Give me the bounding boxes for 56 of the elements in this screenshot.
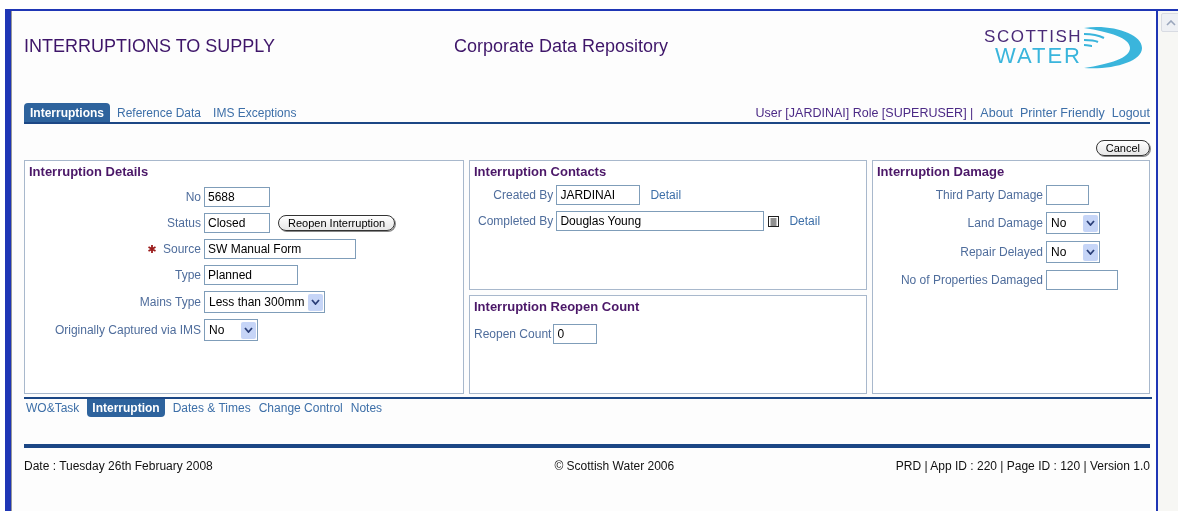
select-field[interactable]: No: [1046, 212, 1100, 234]
section-heading: Interruption Contacts: [474, 164, 608, 179]
page-title: INTERRUPTIONS TO SUPPLY: [24, 34, 277, 57]
field-label: No: [185, 190, 201, 204]
copyright-text: © Scottish Water 2006: [554, 459, 675, 473]
field-label: Created By: [492, 188, 554, 202]
section-heading: Interruption Reopen Count: [474, 299, 641, 314]
detail-link[interactable]: Detail: [789, 214, 821, 228]
header-link[interactable]: About: [980, 106, 1013, 120]
text-field[interactable]: Closed: [204, 213, 270, 233]
sub-tab[interactable]: Dates & Times: [172, 399, 251, 417]
text-field[interactable]: Douglas Young: [556, 211, 765, 231]
nav-tab[interactable]: Reference Data: [112, 104, 207, 122]
chevron-up-icon: [1165, 19, 1176, 26]
select-field[interactable]: No: [204, 319, 258, 341]
user-info: User [JARDINAI] Role [SUPERUSER] |: [755, 106, 974, 120]
field-label: Repair Delayed: [959, 245, 1043, 259]
select-field[interactable]: No: [1046, 241, 1100, 263]
text-field[interactable]: JARDINAI: [556, 185, 641, 205]
field-label: No of Properties Damaged: [899, 273, 1043, 287]
nav-tab[interactable]: Interruptions: [24, 103, 110, 122]
text-field[interactable]: 0: [553, 324, 598, 344]
wave-icon: [1082, 24, 1144, 70]
field-label: Type: [175, 268, 201, 282]
detail-link[interactable]: Detail: [650, 188, 682, 202]
select-field[interactable]: Less than 300mm: [204, 291, 326, 313]
field-label: Originally Captured via IMS: [54, 323, 201, 337]
section-heading: Interruption Damage: [877, 164, 1006, 179]
field-label: Mains Type: [139, 295, 201, 309]
sub-tab[interactable]: Change Control: [258, 399, 343, 417]
field-label: Reopen Count: [474, 327, 552, 341]
section-heading: Interruption Details: [29, 164, 150, 179]
footer-info: PRD | App ID : 220 | Page ID : 120 | Version 1.0: [895, 459, 1150, 473]
scrollbar[interactable]: [1156, 11, 1178, 511]
sub-tab[interactable]: Interruption: [87, 399, 165, 417]
cancel-button[interactable]: Cancel: [1095, 140, 1150, 156]
app-subtitle: Corporate Data Repository: [454, 34, 670, 57]
scroll-up-button[interactable]: [1161, 13, 1178, 32]
text-field[interactable]: [1046, 185, 1089, 205]
text-field[interactable]: [1046, 270, 1118, 290]
header-link[interactable]: Printer Friendly: [1020, 106, 1105, 120]
text-field[interactable]: Planned: [204, 265, 298, 285]
text-field[interactable]: SW Manual Form: [204, 239, 356, 259]
field-label: Completed By: [478, 214, 554, 228]
nav-tab[interactable]: IMS Exceptions: [208, 104, 302, 122]
reopen-button[interactable]: Reopen Interruption: [278, 215, 396, 231]
sub-tab[interactable]: WO&Task: [26, 399, 80, 417]
header-link[interactable]: Logout: [1111, 106, 1150, 120]
field-label: Third Party Damage: [934, 188, 1043, 202]
field-label: Source: [162, 242, 201, 256]
field-label: Land Damage: [966, 216, 1043, 230]
text-field[interactable]: 5688: [204, 187, 270, 207]
sub-tab[interactable]: Notes: [350, 399, 383, 417]
logo: SCOTTISH WATER: [984, 24, 1144, 70]
field-label: Status: [166, 216, 201, 230]
footer-date: Date : Tuesday 26th February 2008: [24, 459, 213, 473]
